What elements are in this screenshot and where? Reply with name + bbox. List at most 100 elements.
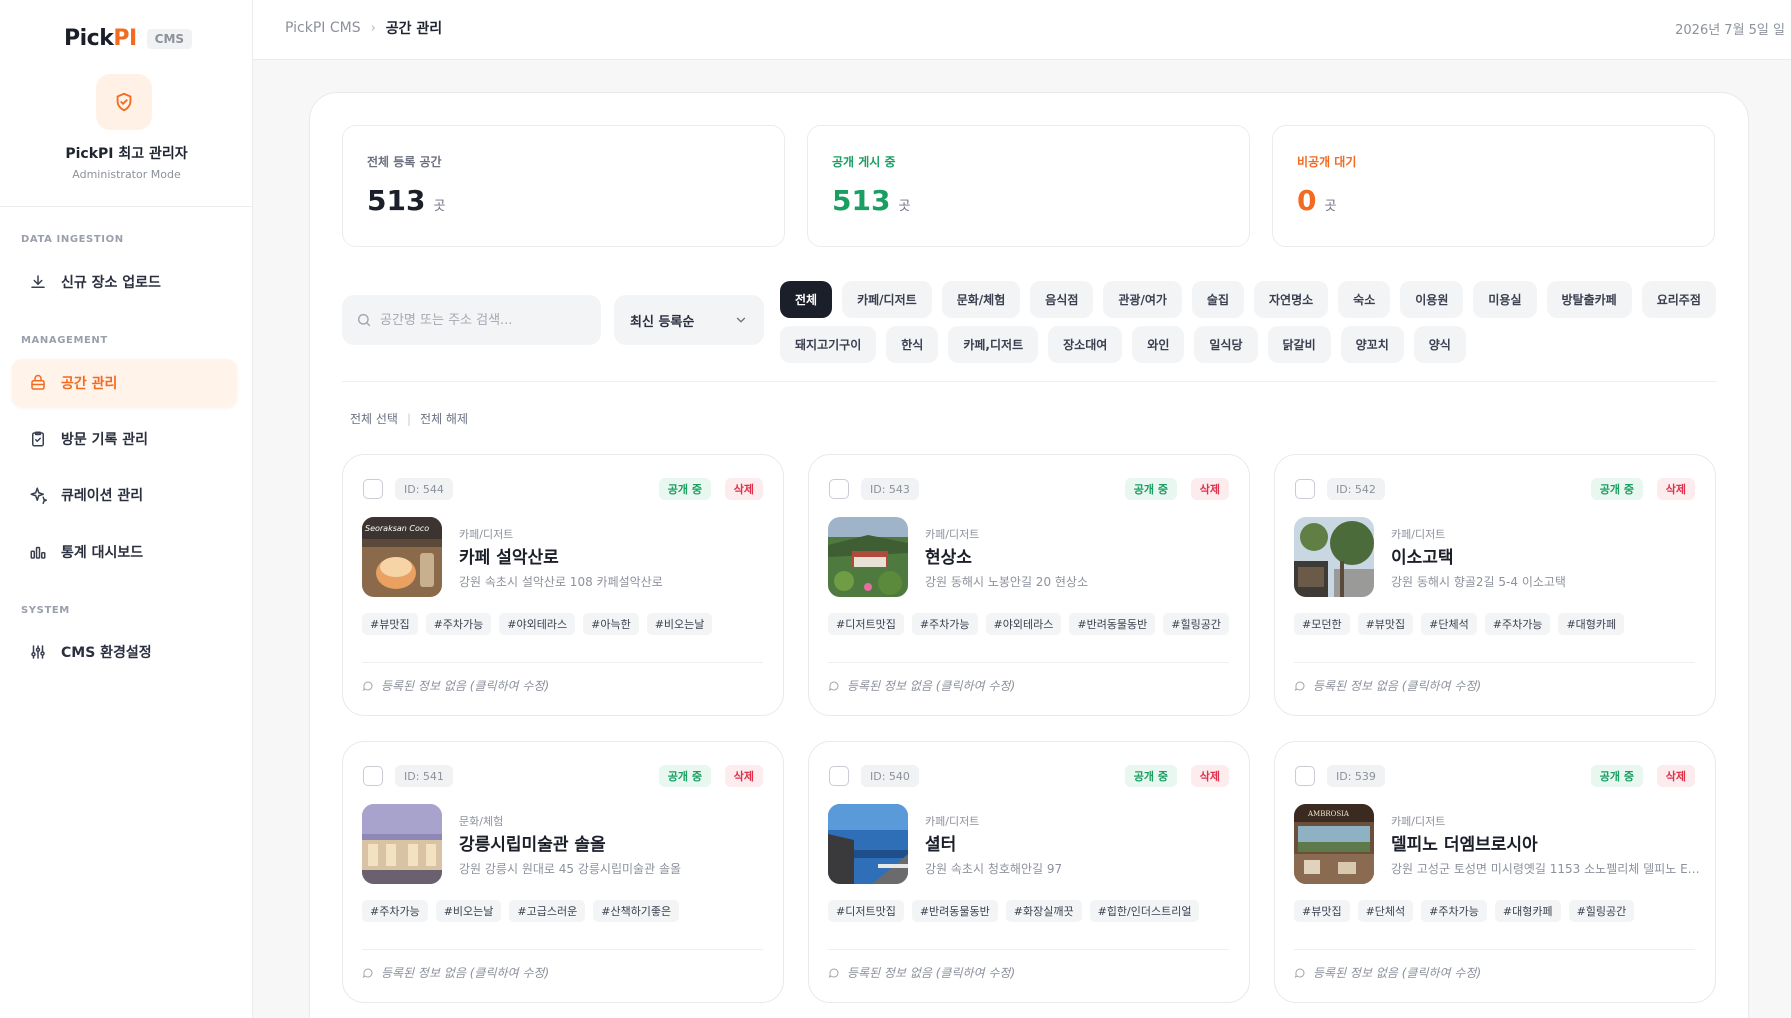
sidebar-item-label: 신규 장소 업로드 [61, 275, 161, 291]
status-badge[interactable]: 공개 중 [658, 478, 711, 500]
tag: #비오는날 [435, 900, 502, 922]
memo-edit[interactable]: 등록된 정보 없음 (클릭하여 수정) [362, 677, 549, 694]
category-chip[interactable]: 전체 [780, 281, 833, 318]
status-badge[interactable]: 공개 중 [1124, 765, 1177, 787]
download-icon [31, 275, 45, 288]
status-badge[interactable]: 공개 중 [658, 765, 711, 787]
stat-label: 비공개 대기 [1297, 155, 1357, 169]
sidebar-item-spaces[interactable]: 공간 관리 [12, 359, 237, 407]
space-thumbnail [362, 804, 442, 884]
category-chip[interactable]: 와인 [1132, 326, 1185, 363]
delete-button[interactable]: 삭제 [1190, 765, 1229, 787]
space-card[interactable]: ID: 544 공개 중 삭제 Seoraksan Coco 카페/디저트 카페… [342, 454, 784, 716]
memo-edit[interactable]: 등록된 정보 없음 (클릭하여 수정) [362, 964, 549, 981]
sidebar-item-upload[interactable]: 신규 장소 업로드 [12, 258, 237, 306]
card-divider [362, 949, 763, 950]
memo-edit[interactable]: 등록된 정보 없음 (클릭하여 수정) [1294, 677, 1481, 694]
comment-icon [362, 967, 373, 978]
category-chip[interactable]: 돼지고기구이 [780, 326, 877, 363]
tag: #아늑한 [583, 613, 639, 635]
select-all-button[interactable]: 전체 선택 [350, 410, 398, 427]
category-chip[interactable]: 관광/여가 [1103, 281, 1182, 318]
category-chip[interactable]: 술집 [1191, 281, 1244, 318]
category-chip[interactable]: 카페/디저트 [842, 281, 932, 318]
category-chip[interactable]: 방탈출카페 [1546, 281, 1632, 318]
space-thumbnail: AMBROSIA [1294, 804, 1374, 884]
delete-button[interactable]: 삭제 [1656, 765, 1695, 787]
tag: #뷰맛집 [1357, 613, 1414, 635]
memo-text: 등록된 정보 없음 (클릭하여 수정) [381, 966, 550, 980]
stat-value: 0 [1297, 184, 1317, 217]
sidebar-divider [0, 206, 252, 207]
stat-unit: 곳 [898, 199, 911, 214]
space-card[interactable]: ID: 539 공개 중 삭제 AMBROSIA 카페/디저트 델피노 더엠브로… [1274, 741, 1716, 1003]
search-box[interactable] [342, 295, 601, 345]
space-card[interactable]: ID: 542 공개 중 삭제 카페/디저트 이소고택 강원 동해시 향골2길 … [1274, 454, 1716, 716]
category-chip[interactable]: 이용원 [1400, 281, 1464, 318]
card-divider [1294, 662, 1695, 663]
breadcrumb-root[interactable]: PickPI CMS [285, 20, 361, 36]
tag-list: #모던한 #뷰맛집 #단체석 #주차가능 #대형카페 [1294, 613, 1625, 635]
sidebar-item-visits[interactable]: 방문 기록 관리 [12, 415, 237, 463]
space-card[interactable]: ID: 543 공개 중 삭제 카페/디저트 현상소 강원 동해시 노봉안길 2… [808, 454, 1250, 716]
stat-value: 513 [367, 184, 426, 217]
select-checkbox[interactable] [1295, 766, 1315, 786]
category-chip[interactable]: 문화/체험 [941, 281, 1021, 318]
delete-button[interactable]: 삭제 [1656, 478, 1695, 500]
select-checkbox[interactable] [829, 479, 849, 499]
category-chip[interactable]: 양꼬치 [1340, 326, 1404, 363]
space-name: 강릉시립미술관 솔올 [459, 835, 606, 855]
space-category: 문화/체험 [459, 815, 504, 828]
category-chip[interactable]: 음식점 [1030, 281, 1094, 318]
space-card[interactable]: ID: 541 공개 중 삭제 문화/체험 강릉시립미술관 솔올 강원 강릉시 … [342, 741, 784, 1003]
sidebar-item-curation[interactable]: 큐레이션 관리 [12, 471, 237, 519]
category-chip[interactable]: 숙소 [1338, 281, 1391, 318]
tag: #단체석 [1421, 613, 1477, 635]
select-checkbox[interactable] [363, 766, 383, 786]
brand-logo[interactable]: PickPI CMS [64, 26, 193, 51]
category-chip[interactable]: 양식 [1413, 326, 1466, 363]
space-card[interactable]: ID: 540 공개 중 삭제 카페/디저트 셜터 강원 속초시 청호해안길 9… [808, 741, 1250, 1003]
select-checkbox[interactable] [829, 766, 849, 786]
brand-name: PickPI [64, 26, 137, 51]
search-input[interactable] [380, 312, 580, 328]
category-chip[interactable]: 요리주점 [1641, 281, 1716, 318]
status-badge[interactable]: 공개 중 [1590, 765, 1643, 787]
tag: #주차가능 [1421, 900, 1487, 922]
breadcrumb: PickPI CMS › 공간 관리 [285, 18, 442, 38]
store-icon [31, 374, 45, 390]
delete-button[interactable]: 삭제 [724, 765, 763, 787]
sidebar-item-settings[interactable]: CMS 환경설정 [12, 628, 237, 676]
sort-select[interactable]: 최신 등록순 [614, 295, 764, 345]
comment-icon [1294, 680, 1305, 691]
memo-edit[interactable]: 등록된 정보 없음 (클릭하여 수정) [828, 964, 1015, 981]
select-checkbox[interactable] [363, 479, 383, 499]
delete-button[interactable]: 삭제 [724, 478, 763, 500]
delete-button[interactable]: 삭제 [1190, 478, 1229, 500]
space-thumbnail: Seoraksan Coco [362, 517, 442, 597]
sidebar-item-stats[interactable]: 통계 대시보드 [12, 528, 237, 576]
category-chip[interactable]: 장소대여 [1048, 326, 1123, 363]
comment-icon [828, 680, 839, 691]
sidebar-item-label: 큐레이션 관리 [61, 488, 144, 504]
space-address: 강원 고성군 토성면 미시령옛길 1153 소노펠리체 델피노 EAST동 1층… [1391, 862, 1701, 876]
deselect-all-button[interactable]: 전체 해제 [420, 410, 468, 427]
select-checkbox[interactable] [1295, 479, 1315, 499]
thumbnail-caption: AMBROSIA [1307, 810, 1350, 818]
category-chip[interactable]: 미용실 [1473, 281, 1537, 318]
card-divider [828, 949, 1229, 950]
category-chip[interactable]: 카페,디저트 [948, 326, 1039, 363]
chevron-right-icon: › [370, 20, 376, 36]
tag: #단체석 [1357, 900, 1414, 922]
category-chip[interactable]: 한식 [886, 326, 939, 363]
category-chip[interactable]: 닭갈비 [1267, 326, 1331, 363]
status-badge[interactable]: 공개 중 [1590, 478, 1643, 500]
status-badge[interactable]: 공개 중 [1124, 478, 1177, 500]
memo-edit[interactable]: 등록된 정보 없음 (클릭하여 수정) [828, 677, 1015, 694]
tag: #산책하기좋은 [593, 900, 680, 922]
tag: #반려동물동반 [911, 900, 998, 922]
category-chip[interactable]: 일식당 [1194, 326, 1258, 363]
category-chip[interactable]: 자연명소 [1254, 281, 1329, 318]
memo-edit[interactable]: 등록된 정보 없음 (클릭하여 수정) [1294, 964, 1481, 981]
memo-text: 등록된 정보 없음 (클릭하여 수정) [1313, 679, 1482, 693]
